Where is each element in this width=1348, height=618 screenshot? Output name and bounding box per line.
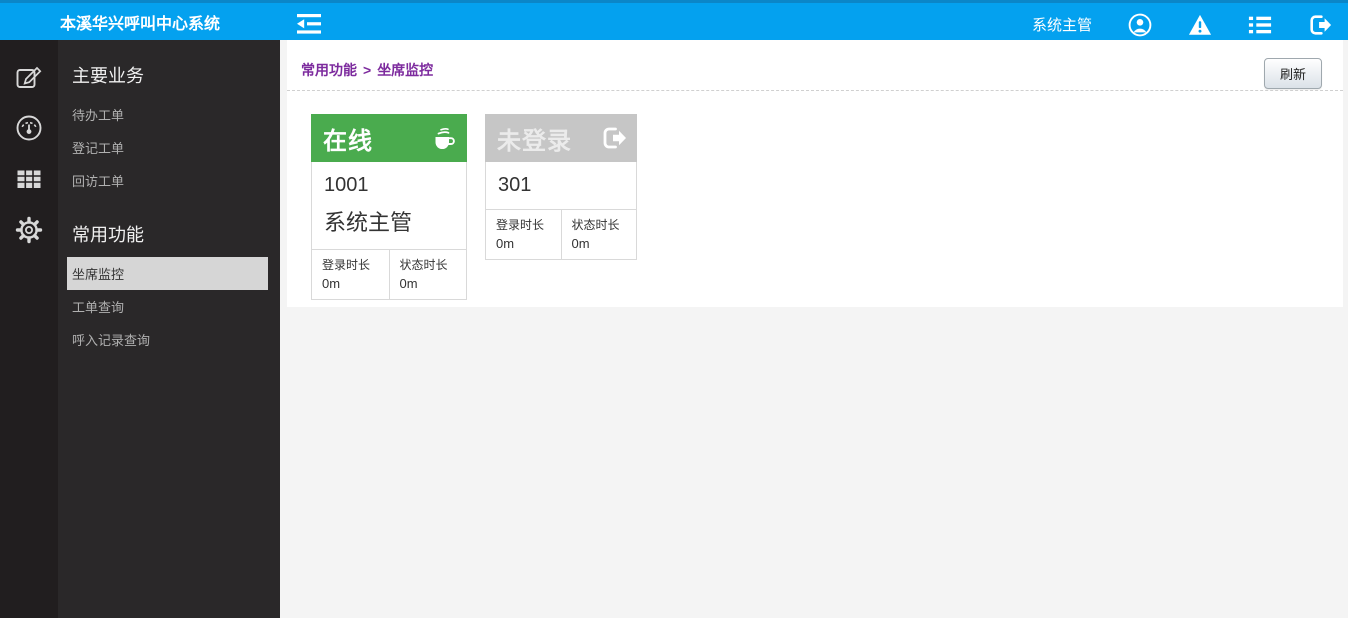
breadcrumb-separator: > (363, 62, 372, 78)
top-navbar: 本溪华兴呼叫中心系统 系统主管 (0, 0, 1348, 40)
login-duration-cell: 登录时长 0m (312, 250, 389, 299)
state-duration-cell: 状态时长 0m (388, 250, 467, 299)
agent-card-header: 未登录 (485, 114, 637, 162)
login-duration-value: 0m (496, 236, 515, 251)
sidebar-item-agent-monitor[interactable]: 坐席监控 (67, 257, 268, 290)
agent-card-online: 在线 1001 系统主管 登录时长 0m 状态时长 0m (311, 114, 467, 300)
app-title: 本溪华兴呼叫中心系统 (59, 16, 220, 33)
agent-card-footer: 登录时长 0m 状态时长 0m (485, 209, 637, 260)
agent-id: 1001 (324, 174, 369, 196)
breadcrumb-current-link[interactable]: 坐席监控 (377, 62, 433, 78)
warning-icon (1188, 14, 1212, 35)
agent-cards-row: 在线 1001 系统主管 登录时长 0m 状态时长 0m 未登录 301 登录时… (311, 114, 637, 300)
sidebar-group-workorders[interactable] (15, 63, 43, 91)
current-user-label: 系统主管 (1031, 17, 1092, 34)
login-duration-cell: 登录时长 0m (486, 210, 561, 259)
sidebar-item-followup-orders[interactable]: 回访工单 (67, 164, 268, 197)
sidebar-item-order-search[interactable]: 工单查询 (67, 290, 268, 323)
state-duration-cell: 状态时长 0m (560, 210, 637, 259)
gauge-icon (16, 115, 42, 141)
breadcrumb: 常用功能 > 坐席监控 (301, 60, 433, 80)
content-panel: 常用功能 > 坐席监控 刷新 在线 1001 系统主管 登录时长 0m 状态时长… (287, 40, 1343, 307)
edit-icon (16, 66, 42, 88)
sidebar-item-pending-orders[interactable]: 待办工单 (67, 98, 268, 131)
sidebar-group-monitor[interactable] (15, 114, 43, 142)
sidebar-icon-rail (0, 40, 58, 618)
user-profile-button[interactable] (1128, 13, 1152, 37)
state-duration-value: 0m (571, 236, 590, 251)
logout-icon (1310, 14, 1332, 35)
user-icon (1128, 13, 1152, 36)
sidebar-item-call-record-search[interactable]: 呼入记录查询 (67, 323, 268, 356)
breadcrumb-divider (287, 90, 1343, 91)
state-duration-label: 状态时长 (399, 258, 448, 272)
gear-icon (15, 216, 43, 244)
collapse-menu-icon (297, 14, 321, 34)
menu-heading-main-business: 主要业务 (72, 66, 144, 86)
login-duration-label: 登录时长 (322, 258, 371, 272)
agent-card-body: 1001 系统主管 (311, 162, 467, 249)
agent-card-body: 301 (485, 162, 637, 209)
state-duration-value: 0m (399, 276, 418, 291)
menu-heading-common-functions: 常用功能 (72, 225, 144, 245)
coffee-icon (435, 128, 455, 150)
agent-card-offline: 未登录 301 登录时长 0m 状态时长 0m (485, 114, 637, 260)
login-duration-label: 登录时长 (496, 218, 545, 232)
table-icon (17, 170, 41, 188)
topbar-actions: 系统主管 (1032, 6, 1332, 43)
sidebar-menu: 主要业务 待办工单 登记工单 回访工单 常用功能 坐席监控 工单查询 呼入记录查… (58, 40, 280, 618)
agent-status-label: 在线 (323, 127, 373, 155)
agent-status-label: 未登录 (497, 127, 572, 155)
state-duration-label: 状态时长 (571, 218, 620, 232)
agent-card-header: 在线 (311, 114, 467, 162)
login-duration-value: 0m (322, 276, 341, 291)
agent-name: 系统主管 (324, 210, 413, 235)
sidebar-group-settings[interactable] (15, 216, 43, 244)
logout-icon (603, 127, 626, 149)
logout-button[interactable] (1308, 13, 1332, 37)
refresh-button[interactable]: 刷新 (1263, 58, 1322, 89)
alerts-button[interactable] (1188, 13, 1212, 37)
sidebar-collapse-icon[interactable] (296, 13, 322, 35)
list-icon (1248, 16, 1272, 33)
breadcrumb-parent-link[interactable]: 常用功能 (301, 62, 357, 78)
sidebar-item-register-orders[interactable]: 登记工单 (67, 131, 268, 164)
agent-id: 301 (498, 174, 532, 196)
task-list-button[interactable] (1248, 13, 1272, 37)
sidebar-group-tables[interactable] (15, 165, 43, 193)
agent-card-footer: 登录时长 0m 状态时长 0m (311, 249, 467, 300)
